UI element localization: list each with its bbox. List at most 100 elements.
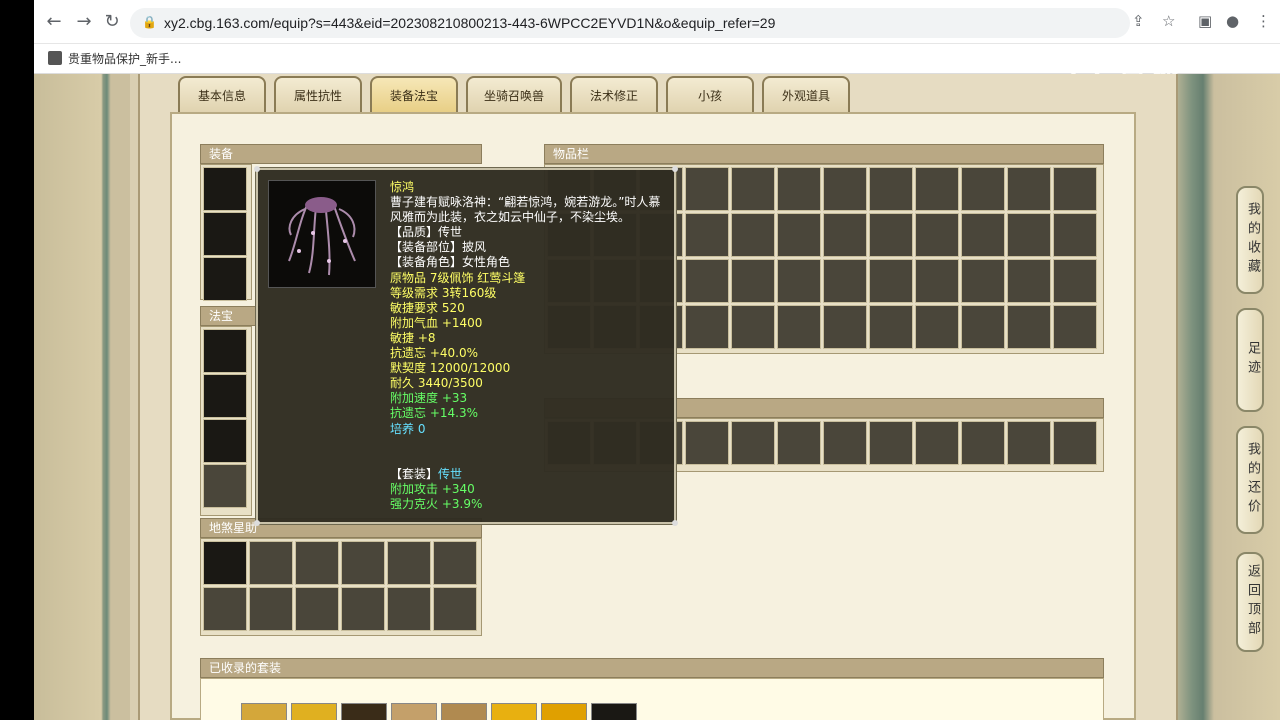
grid-cell[interactable] — [777, 213, 821, 257]
sidepanel-icon[interactable]: ▣ — [1198, 12, 1212, 30]
profile-icon[interactable]: ● — [1226, 12, 1239, 30]
grid-cell[interactable] — [1053, 167, 1097, 211]
grid-cell[interactable] — [731, 259, 775, 303]
tab-spell-fix[interactable]: 法术修正 — [570, 76, 658, 112]
treasure-slot[interactable] — [203, 419, 247, 463]
earth-star-grid — [200, 538, 482, 636]
treasure-slot-empty[interactable] — [203, 464, 247, 508]
grid-cell[interactable] — [685, 305, 729, 349]
grid-cell[interactable] — [961, 213, 1005, 257]
grid-cell[interactable] — [295, 541, 339, 585]
grid-cell[interactable] — [387, 541, 431, 585]
grid-cell[interactable] — [249, 587, 293, 631]
grid-cell[interactable] — [1053, 305, 1097, 349]
tab-appearance[interactable]: 外观道具 — [762, 76, 850, 112]
grid-cell[interactable] — [685, 213, 729, 257]
grid-cell[interactable] — [777, 421, 821, 465]
tab-child[interactable]: 小孩 — [666, 76, 754, 112]
grid-cell[interactable] — [249, 541, 293, 585]
my-favorites-button[interactable]: 我的收藏 — [1236, 186, 1264, 294]
treasure-slot[interactable] — [203, 329, 247, 373]
back-icon[interactable]: ← — [42, 10, 66, 34]
grid-cell[interactable] — [731, 213, 775, 257]
grid-cell[interactable] — [203, 541, 247, 585]
share-icon[interactable]: ⇪ — [1132, 12, 1145, 30]
forward-icon[interactable]: → — [72, 10, 96, 34]
grid-cell[interactable] — [1007, 213, 1051, 257]
grid-cell[interactable] — [823, 259, 867, 303]
grid-cell[interactable] — [961, 305, 1005, 349]
grid-cell[interactable] — [823, 213, 867, 257]
grid-cell[interactable] — [1053, 213, 1097, 257]
grid-cell[interactable] — [685, 421, 729, 465]
grid-cell[interactable] — [731, 421, 775, 465]
set-item-icon[interactable] — [491, 703, 537, 720]
set-item-icon[interactable] — [341, 703, 387, 720]
grid-cell[interactable] — [685, 167, 729, 211]
my-bargain-button[interactable]: 我的还价 — [1236, 426, 1264, 534]
back-to-top-button[interactable]: 返回顶部 — [1236, 552, 1264, 652]
star-icon[interactable]: ☆ — [1162, 12, 1175, 30]
grid-cell[interactable] — [915, 305, 959, 349]
set-item-icon[interactable] — [241, 703, 287, 720]
grid-cell[interactable] — [823, 305, 867, 349]
grid-cell[interactable] — [341, 541, 385, 585]
menu-icon[interactable]: ⋮ — [1256, 12, 1271, 30]
grid-cell[interactable] — [387, 587, 431, 631]
grid-cell[interactable] — [1053, 421, 1097, 465]
url-input[interactable]: 🔒 xy2.cbg.163.com/equip?s=443&eid=202308… — [130, 8, 1130, 38]
grid-cell[interactable] — [1007, 421, 1051, 465]
grid-cell[interactable] — [869, 305, 913, 349]
item-cultivate: 培养 0 — [390, 421, 426, 436]
set-item-icon[interactable] — [391, 703, 437, 720]
grid-cell[interactable] — [1007, 305, 1051, 349]
grid-cell[interactable] — [961, 167, 1005, 211]
corner-dot — [254, 520, 260, 526]
set-name: 传世 — [438, 466, 463, 481]
tab-attributes[interactable]: 属性抗性 — [274, 76, 362, 112]
grid-cell[interactable] — [869, 213, 913, 257]
grid-cell[interactable] — [961, 421, 1005, 465]
tab-basic-info[interactable]: 基本信息 — [178, 76, 266, 112]
grid-cell[interactable] — [961, 259, 1005, 303]
footprint-button[interactable]: 足迹 — [1236, 308, 1264, 412]
grid-cell[interactable] — [915, 421, 959, 465]
grid-cell[interactable] — [1007, 259, 1051, 303]
equipment-slot[interactable] — [203, 212, 247, 256]
left-decoration — [34, 74, 130, 720]
set-item-icon[interactable] — [441, 703, 487, 720]
grid-cell[interactable] — [203, 587, 247, 631]
tab-mounts[interactable]: 坐骑召唤兽 — [466, 76, 562, 112]
tab-equipment[interactable]: 装备法宝 — [370, 76, 458, 112]
grid-cell[interactable] — [295, 587, 339, 631]
grid-cell[interactable] — [915, 213, 959, 257]
equipment-slot-cloak[interactable] — [203, 167, 247, 211]
reload-icon[interactable]: ↻ — [100, 10, 124, 34]
grid-cell[interactable] — [869, 421, 913, 465]
lock-icon[interactable]: 🔒 — [142, 15, 157, 31]
grid-cell[interactable] — [731, 167, 775, 211]
bookmark-label: 贵重物品保护_新手... — [68, 52, 182, 66]
grid-cell[interactable] — [341, 587, 385, 631]
grid-cell[interactable] — [869, 259, 913, 303]
grid-cell[interactable] — [1053, 259, 1097, 303]
grid-cell[interactable] — [823, 421, 867, 465]
grid-cell[interactable] — [869, 167, 913, 211]
grid-cell[interactable] — [1007, 167, 1051, 211]
set-item-icon[interactable] — [541, 703, 587, 720]
set-item-icon[interactable] — [591, 703, 637, 720]
grid-cell[interactable] — [915, 167, 959, 211]
grid-cell[interactable] — [777, 259, 821, 303]
grid-cell[interactable] — [685, 259, 729, 303]
set-item-icon[interactable] — [291, 703, 337, 720]
grid-cell[interactable] — [433, 587, 477, 631]
equipment-slot[interactable] — [203, 257, 247, 301]
grid-cell[interactable] — [433, 541, 477, 585]
bookmark-item[interactable]: 贵重物品保护_新手... — [48, 50, 181, 67]
grid-cell[interactable] — [777, 167, 821, 211]
grid-cell[interactable] — [823, 167, 867, 211]
grid-cell[interactable] — [777, 305, 821, 349]
grid-cell[interactable] — [915, 259, 959, 303]
grid-cell[interactable] — [731, 305, 775, 349]
treasure-slot[interactable] — [203, 374, 247, 418]
